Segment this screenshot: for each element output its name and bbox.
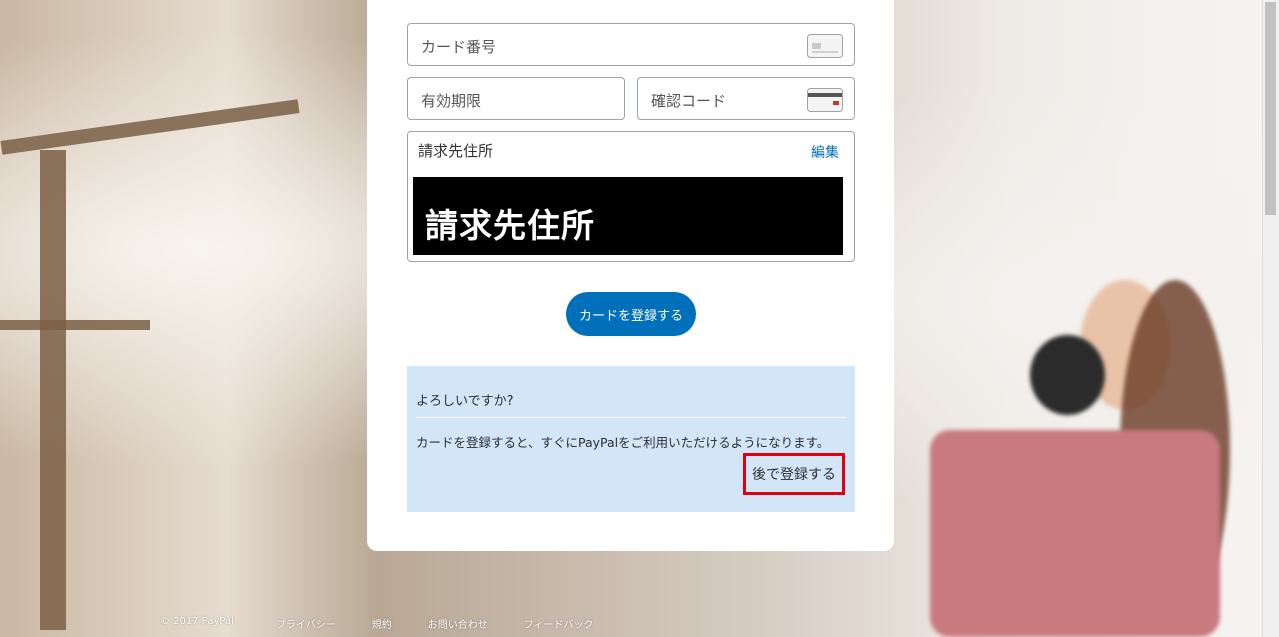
billing-address-box: 請求先住所 編集 請求先住所 (407, 131, 855, 262)
footer-link-privacy[interactable]: プライバシー (276, 616, 336, 631)
footer-link-contact[interactable]: お問い合わせ (428, 616, 488, 631)
footer-copyright: © 2017 PayPal (160, 616, 234, 627)
register-card-button[interactable]: カードを登録する (566, 292, 696, 336)
billing-address-text: 請求先住所 (425, 206, 595, 245)
cvv-placeholder: 確認コード (651, 92, 727, 110)
background-beam (0, 320, 150, 330)
confirmation-notice: よろしいですか? カードを登録すると、すぐにPayPalをご利用いただけるように… (407, 366, 855, 512)
notice-message: カードを登録すると、すぐにPayPalをご利用いただけるようになります。 (416, 435, 830, 450)
footer-link-feedback[interactable]: フィードバック (524, 616, 594, 631)
notice-divider (416, 417, 846, 418)
footer-link-terms[interactable]: 規約 (372, 616, 392, 631)
credit-card-front-icon (807, 34, 843, 62)
billing-address-label: 請求先住所 (418, 142, 494, 160)
card-number-placeholder: カード番号 (421, 38, 497, 56)
expiry-date-field[interactable]: 有効期限 (407, 77, 625, 120)
footer: © 2017 PayPal プライバシー 規約 お問い合わせ フィードバック (160, 616, 630, 631)
add-card-panel: カード番号 有効期限 確認コード 請求先住所 編集 請求先住所 カードを登録する… (367, 0, 894, 551)
background-headphones (1030, 335, 1105, 415)
background-pole (40, 150, 66, 630)
background-beam (0, 99, 300, 155)
card-number-field[interactable]: カード番号 (407, 23, 855, 66)
billing-address-value: 請求先住所 (413, 177, 843, 255)
cvv-field[interactable]: 確認コード (637, 77, 855, 120)
scrollbar-thumb[interactable] (1265, 2, 1276, 215)
credit-card-back-icon (807, 88, 843, 116)
notice-question: よろしいですか? (416, 394, 514, 409)
background-person-shirt (930, 430, 1220, 637)
edit-address-link[interactable]: 編集 (811, 142, 839, 162)
expiry-placeholder: 有効期限 (421, 92, 482, 110)
register-later-button[interactable]: 後で登録する (743, 453, 845, 495)
vertical-scrollbar[interactable] (1262, 0, 1279, 637)
